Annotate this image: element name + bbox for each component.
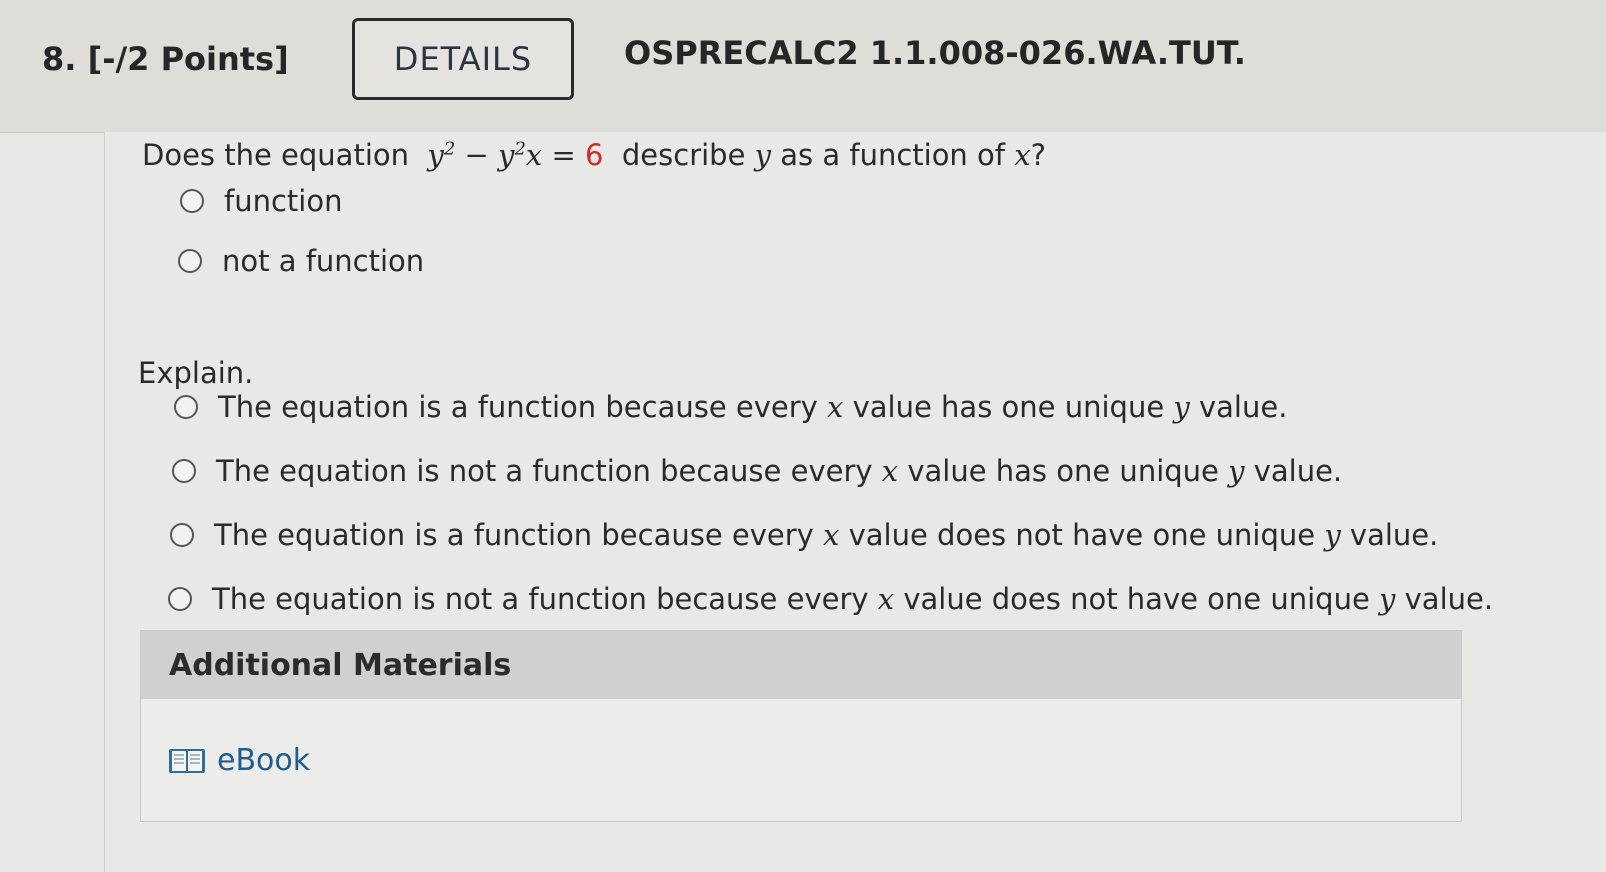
radio-button[interactable] xyxy=(172,459,196,483)
question-middle2: as a function of xyxy=(780,138,1005,172)
details-button[interactable]: DETAILS xyxy=(352,18,574,100)
option-label: The equation is not a function because e… xyxy=(216,454,1343,488)
question-suffix: ? xyxy=(1030,138,1046,172)
eq-exp1: 2 xyxy=(443,138,456,160)
eq-y2: y xyxy=(498,138,515,172)
equation: y2 − y2x = 6 xyxy=(427,138,603,172)
option-label: The equation is not a function because e… xyxy=(212,582,1494,616)
question-number-and-points: 8. [-/2 Points] xyxy=(42,40,289,78)
option-label: The equation is a function because every… xyxy=(214,518,1439,552)
eq-rhs: 6 xyxy=(585,138,604,172)
option-not-a-function[interactable]: not a function xyxy=(178,244,424,278)
explain-option-2[interactable]: The equation is not a function because e… xyxy=(172,454,1342,488)
radio-button[interactable] xyxy=(178,249,202,273)
eq-y1: y xyxy=(427,138,444,172)
var-y: y xyxy=(754,138,772,172)
problem-code: OSPRECALC2 1.1.008-026.WA.TUT. xyxy=(624,34,1246,72)
radio-button[interactable] xyxy=(170,523,194,547)
question-middle: describe xyxy=(621,138,746,172)
additional-materials-panel: Additional Materials eBook xyxy=(140,630,1462,822)
radio-button[interactable] xyxy=(174,395,198,419)
explain-label: Explain. xyxy=(138,356,254,390)
ebook-label[interactable]: eBook xyxy=(217,743,310,778)
option-label: not a function xyxy=(222,244,425,278)
question-number: 8. xyxy=(42,40,77,78)
question-prefix: Does the equation xyxy=(142,138,410,172)
eq-equals: = xyxy=(542,138,585,172)
explain-option-3[interactable]: The equation is a function because every… xyxy=(170,518,1438,552)
var-x: x xyxy=(1014,138,1031,172)
explain-option-4[interactable]: The equation is not a function because e… xyxy=(168,582,1493,616)
additional-materials-title: Additional Materials xyxy=(141,631,1461,699)
explain-option-1[interactable]: The equation is a function because every… xyxy=(174,390,1287,424)
eq-minus: − xyxy=(455,138,499,172)
eq-exp2: 2 xyxy=(514,138,526,160)
option-function[interactable]: function xyxy=(180,184,342,218)
book-icon xyxy=(169,748,205,773)
question-text: Does the equation y2 − y2x = 6 describe … xyxy=(142,138,1046,172)
points-label: [-/2 Points] xyxy=(87,40,289,78)
radio-button[interactable] xyxy=(168,587,192,611)
option-label: The equation is a function because every… xyxy=(218,390,1288,424)
eq-x: x xyxy=(525,138,543,172)
question-header: 8. [-/2 Points] DETAILS OSPRECALC2 1.1.0… xyxy=(0,0,1606,133)
ebook-link[interactable]: eBook xyxy=(167,743,310,778)
radio-button[interactable] xyxy=(180,189,204,213)
option-label: function xyxy=(224,184,343,218)
